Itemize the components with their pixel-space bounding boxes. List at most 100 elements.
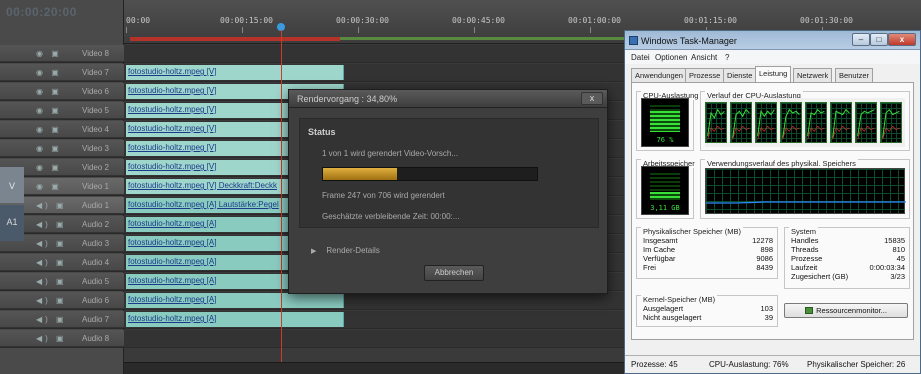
status-processes: Prozesse: 45 (631, 360, 678, 369)
tab-dienste[interactable]: Dienste (723, 68, 757, 82)
track-toggle-icons[interactable]: ◀) ▣ (36, 315, 67, 324)
tab-leistung[interactable]: Leistung (755, 66, 792, 82)
track-header[interactable]: ◉ ▣ Video 7 (0, 64, 124, 81)
minimize-button[interactable]: – (852, 33, 870, 46)
tab-benutzer[interactable]: Benutzer (835, 68, 874, 82)
clip-label: fotostudio-holtz.mpeg [A] (128, 238, 217, 247)
track-toggle-icons[interactable]: ◉ ▣ (36, 125, 62, 134)
memory-history-graph (705, 168, 906, 214)
tab-netzwerk[interactable]: Netzwerk (793, 68, 833, 82)
menu-optionen[interactable]: Optionen (655, 53, 687, 62)
resource-monitor-label: Ressourcenmonitor... (816, 306, 887, 315)
render-dialog-title: Rendervorgang : 34,80% (297, 94, 398, 104)
track-toggle-icons[interactable]: ◉ ▣ (36, 68, 62, 77)
track-toggle-icons[interactable]: ◉ ▣ (36, 163, 62, 172)
performance-panel: CPU-Auslastung 76 % Verlauf der CPU-Ausl… (631, 82, 914, 340)
stat-row: Prozesse 45 (791, 254, 905, 263)
clip-label: fotostudio-holtz.mpeg [A] (128, 295, 217, 304)
timeline-scrollbar[interactable] (124, 362, 624, 374)
stat-row: Insgesamt 12278 (643, 236, 773, 245)
track-toggle-icons[interactable]: ◀) ▣ (36, 258, 67, 267)
track-name: Video 6 (82, 87, 109, 96)
close-button[interactable]: x (888, 33, 916, 46)
task-manager-titlebar[interactable]: Windows Task-Manager – □ x (625, 31, 920, 50)
track-toggle-icons[interactable]: ◉ ▣ (36, 182, 62, 191)
track-header[interactable]: ◉ ▣ Video 5 (0, 102, 124, 119)
work-area-bar-red[interactable] (130, 37, 340, 41)
stat-label: Im Cache (643, 245, 676, 254)
timeline-clip[interactable]: fotostudio-holtz.mpeg [A] (126, 293, 344, 308)
render-details-toggle[interactable]: ▶ Render-Details (311, 246, 380, 255)
cpu-usage-value: 76 % (656, 136, 674, 144)
track-header[interactable]: ◉ ▣ Video 8 (0, 45, 124, 62)
cpu-history-graphs (705, 98, 905, 147)
cpu-usage-group: CPU-Auslastung 76 % (636, 91, 701, 151)
resource-monitor-icon (805, 307, 814, 314)
clip-label: fotostudio-holtz.mpeg [V] (128, 105, 217, 114)
timeline-clip[interactable]: fotostudio-holtz.mpeg [V] (126, 65, 344, 80)
track-header[interactable]: ◀) ▣ Audio 5 (0, 273, 124, 290)
menu-ansicht[interactable]: Ansicht (691, 53, 717, 62)
clip-label: fotostudio-holtz.mpeg [V] Deckkraft:Deck… (128, 181, 277, 190)
clip-label: fotostudio-holtz.mpeg [A] Lautstärke:Peg… (128, 200, 279, 209)
clip-label: fotostudio-holtz.mpeg [V] (128, 67, 217, 76)
cpu-usage-fill (650, 111, 680, 132)
track-toggle-icons[interactable]: ◀) ▣ (36, 277, 67, 286)
frame-count-text: Frame 247 von 706 wird gerendert (322, 191, 445, 200)
track-header[interactable]: ◉ ▣ Video 4 (0, 121, 124, 138)
stat-label: Insgesamt (643, 236, 678, 245)
track-toggle-icons[interactable]: ◉ ▣ (36, 49, 62, 58)
physical-memory-group: Physikalischer Speicher (MB) Insgesamt 12… (636, 227, 778, 279)
system-group: System Handles 15835 Threads 810 Prozesse 45 L… (784, 227, 910, 289)
playhead-line[interactable] (281, 30, 282, 374)
clip-label: fotostudio-holtz.mpeg [A] (128, 257, 217, 266)
resource-monitor-button[interactable]: Ressourcenmonitor... (784, 303, 908, 318)
tab-anwendungen[interactable]: Anwendungen (631, 68, 687, 82)
stat-label: Nicht ausgelagert (643, 313, 702, 322)
task-manager-title: Windows Task-Manager (641, 36, 737, 46)
cpu-core-graph (855, 102, 877, 143)
stat-row: Zugesichert (GB) 3/23 (791, 272, 905, 281)
track-toggle-icons[interactable]: ◉ ▣ (36, 106, 62, 115)
track-name: Video 8 (82, 49, 109, 58)
menu-datei[interactable]: Datei (631, 53, 650, 62)
render-status-box: Status 1 von 1 wird gerendert Video-Vors… (299, 118, 599, 228)
track-toggle-icons[interactable]: ◀) ▣ (36, 220, 67, 229)
menu-help[interactable]: ? (725, 53, 729, 62)
track-toggle-icons[interactable]: ◉ ▣ (36, 87, 62, 96)
cpu-usage-meter: 76 % (641, 98, 689, 147)
track-toggle-icons[interactable]: ◀) ▣ (36, 239, 67, 248)
ruler-label: 00:01:00:00 (568, 16, 621, 25)
current-timecode[interactable]: 00:00:20:00 (6, 5, 116, 21)
track-header[interactable]: ◀) ▣ Audio 8 (0, 330, 124, 347)
video-target-toggle[interactable]: V (0, 167, 24, 203)
track-name: Video 1 (82, 182, 109, 191)
status-cpu: CPU-Auslastung: 76% (709, 360, 789, 369)
timeline-clip[interactable]: fotostudio-holtz.mpeg [A] (126, 312, 344, 327)
track-name: Audio 7 (82, 315, 110, 324)
render-close-button[interactable]: x (581, 92, 603, 105)
maximize-button[interactable]: □ (870, 33, 888, 46)
stat-value: 8439 (756, 263, 773, 272)
track-toggle-icons[interactable]: ◉ ▣ (36, 144, 62, 153)
track-header[interactable]: ◀) ▣ Audio 6 (0, 292, 124, 309)
status-memory: Physikalischer Speicher: 26 (807, 360, 906, 369)
memory-group: Arbeitsspeicher 3,11 GB (636, 159, 697, 219)
stat-value: 0:00:03:34 (869, 263, 905, 272)
audio-target-toggle[interactable]: A1 (0, 205, 24, 241)
clip-label: fotostudio-holtz.mpeg [A] (128, 219, 217, 228)
track-header[interactable]: ◀) ▣ Audio 4 (0, 254, 124, 271)
track-toggle-icons[interactable]: ◀) ▣ (36, 334, 67, 343)
track-toggle-icons[interactable]: ◀) ▣ (36, 201, 67, 210)
system-table: Handles 15835 Threads 810 Prozesse 45 Laufzeit… (791, 236, 905, 281)
track-name: Video 3 (82, 144, 109, 153)
track-toggle-icons[interactable]: ◀) ▣ (36, 296, 67, 305)
track-header[interactable]: ◉ ▣ Video 6 (0, 83, 124, 100)
track-name: Video 5 (82, 106, 109, 115)
tab-prozesse[interactable]: Prozesse (685, 68, 725, 82)
track-header[interactable]: ◀) ▣ Audio 7 (0, 311, 124, 328)
render-dialog-titlebar[interactable]: Rendervorgang : 34,80% x (289, 90, 607, 108)
track-header[interactable]: ◉ ▣ Video 3 (0, 140, 124, 157)
stat-label: Threads (791, 245, 819, 254)
abort-button[interactable]: Abbrechen (424, 265, 484, 281)
